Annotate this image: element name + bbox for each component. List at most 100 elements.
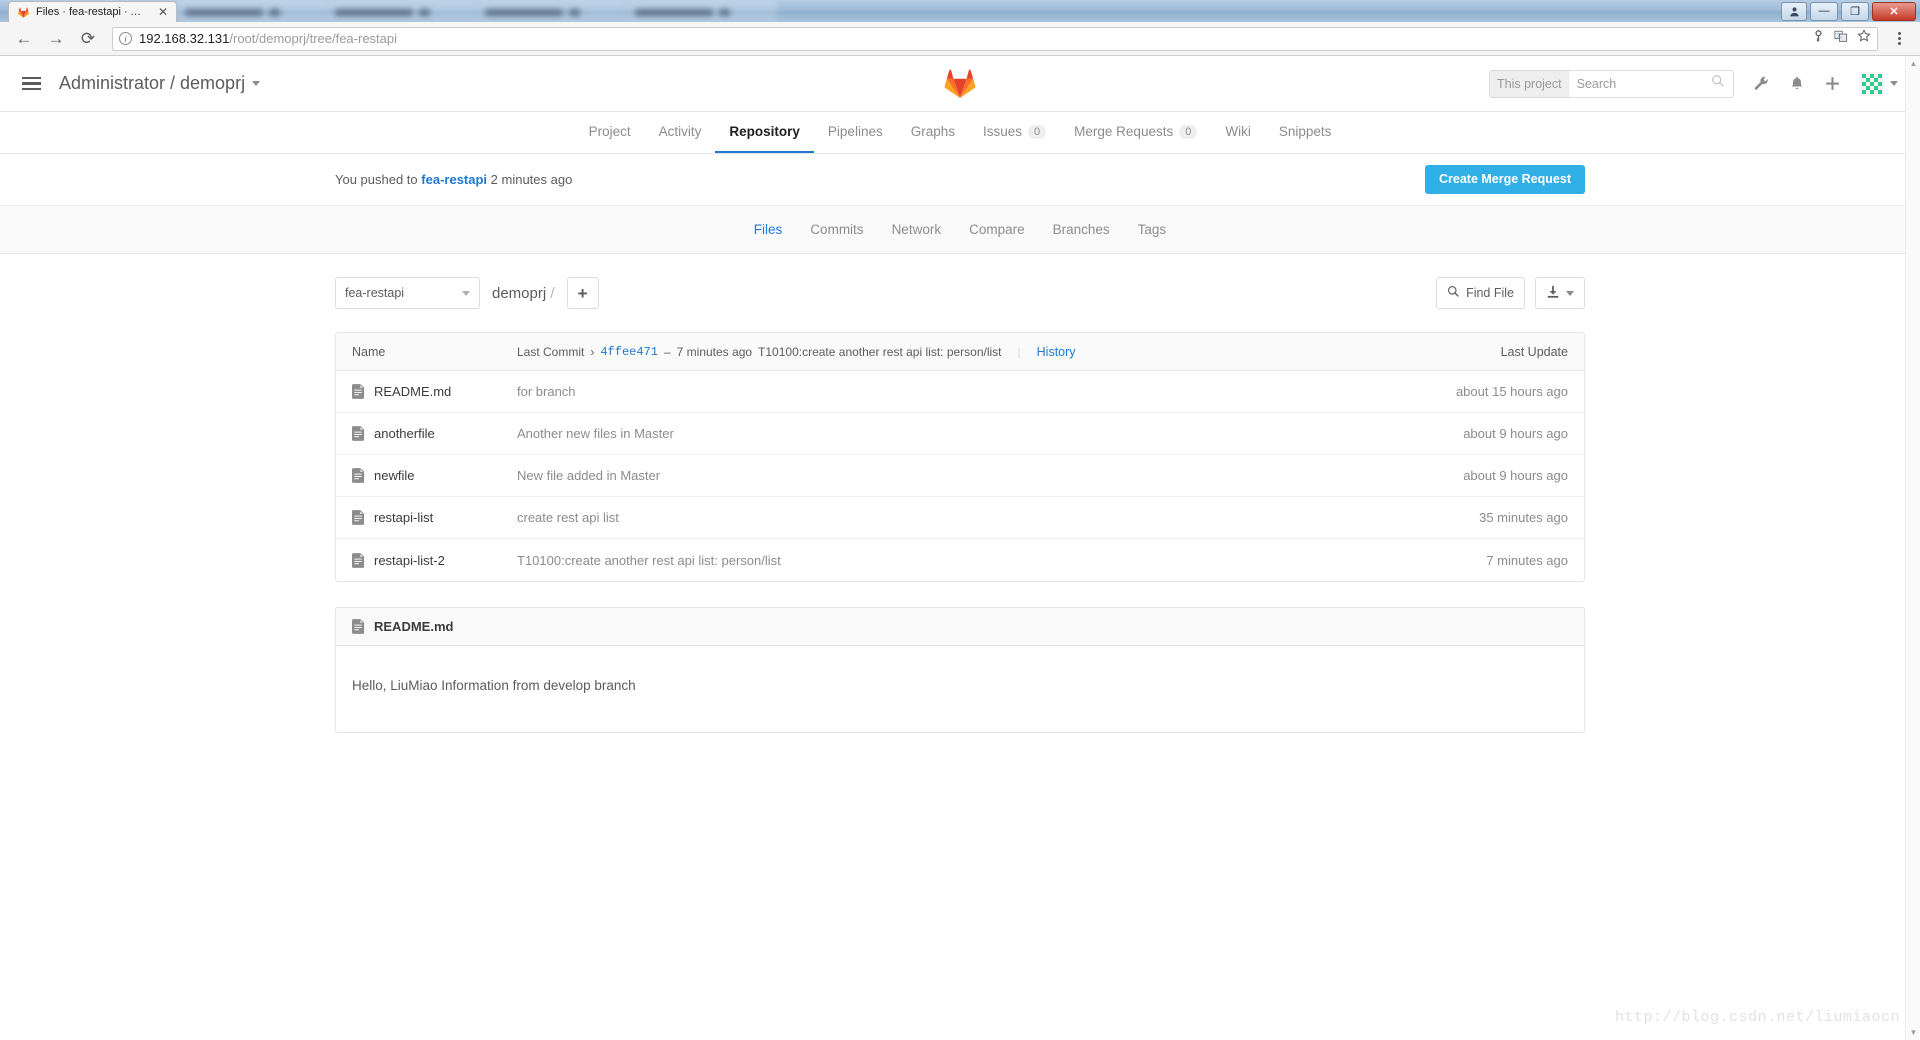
tab-label: Merge Requests	[1074, 124, 1174, 139]
file-last-update: about 9 hours ago	[1463, 426, 1568, 441]
restore-button[interactable]: ❐	[1841, 1, 1869, 21]
history-link[interactable]: History	[1037, 345, 1076, 359]
file-last-update: about 9 hours ago	[1463, 468, 1568, 483]
push-branch-link[interactable]: fea-restapi	[421, 172, 487, 187]
create-merge-request-button[interactable]: Create Merge Request	[1425, 165, 1585, 194]
address-bar[interactable]: i 192.168.32.131/root/demoprj/tree/fea-r…	[112, 26, 1878, 51]
search-icon	[1711, 74, 1725, 93]
browser-tab-other[interactable]	[327, 1, 478, 22]
browser-tab-other[interactable]	[477, 1, 628, 22]
table-row[interactable]: restapi-list create rest api list 35 min…	[336, 497, 1584, 539]
column-header-last-update: Last Update	[1500, 344, 1568, 359]
table-row[interactable]: newfile New file added in Master about 9…	[336, 455, 1584, 497]
tab-pipelines[interactable]: Pipelines	[814, 112, 897, 153]
tab-merge-requests[interactable]: Merge Requests 0	[1060, 112, 1211, 153]
branch-selector[interactable]: fea-restapi	[335, 277, 480, 309]
page-title: Administrator / demoprj	[59, 73, 246, 93]
merge-requests-count-badge: 0	[1179, 124, 1198, 139]
project-switcher[interactable]: Administrator / demoprj	[59, 73, 261, 94]
back-icon[interactable]: ←	[10, 25, 38, 53]
file-icon	[352, 510, 365, 525]
push-time: 2 minutes ago	[490, 172, 573, 187]
hamburger-icon[interactable]	[22, 76, 41, 91]
file-icon	[352, 426, 365, 441]
gitlab-logo[interactable]	[942, 65, 978, 101]
download-button[interactable]	[1535, 277, 1585, 309]
browser-tab-other[interactable]	[177, 1, 328, 22]
scroll-down-arrow[interactable]: ▼	[1906, 1025, 1920, 1040]
subnav-item-tags[interactable]: Tags	[1124, 222, 1181, 237]
file-name: newfile	[374, 468, 415, 483]
tab-wiki[interactable]: Wiki	[1211, 112, 1265, 153]
table-row[interactable]: anotherfile Another new files in Master …	[336, 413, 1584, 455]
info-icon[interactable]: i	[119, 32, 132, 45]
column-header-name: Name	[352, 344, 386, 359]
bell-icon[interactable]	[1789, 75, 1805, 92]
file-name-cell[interactable]: newfile	[352, 468, 517, 483]
file-last-update: 7 minutes ago	[1486, 552, 1568, 568]
table-row[interactable]: restapi-list-2 T10100:create another res…	[336, 539, 1584, 581]
browser-tab-active[interactable]: Files · fea-restapi · Adm ✕	[8, 1, 178, 22]
divider: |	[1017, 344, 1021, 359]
file-name-cell[interactable]: anotherfile	[352, 426, 517, 441]
browser-tab-other[interactable]	[627, 1, 778, 22]
browser-tabstrip: Files · fea-restapi · Adm ✕	[0, 0, 1781, 22]
file-name-cell[interactable]: restapi-list	[352, 510, 517, 525]
browser-menu-icon[interactable]	[1888, 32, 1910, 45]
tab-repository[interactable]: Repository	[715, 112, 814, 153]
tab-activity[interactable]: Activity	[645, 112, 716, 153]
subnav-item-compare[interactable]: Compare	[955, 222, 1039, 237]
subnav-item-commits[interactable]: Commits	[796, 222, 877, 237]
minimize-button[interactable]: —	[1810, 1, 1838, 21]
add-file-button[interactable]: +	[566, 277, 599, 309]
file-icon	[352, 552, 365, 568]
reload-icon[interactable]: ⟳	[74, 25, 102, 53]
subnav-item-files[interactable]: Files	[740, 222, 797, 237]
subnav-item-branches[interactable]: Branches	[1039, 222, 1124, 237]
scroll-up-arrow[interactable]: ▲	[1906, 56, 1920, 71]
bookmark-star-icon[interactable]	[1857, 29, 1871, 48]
search-placeholder: Search	[1576, 76, 1617, 91]
close-button[interactable]: ✕	[1872, 1, 1916, 21]
file-name: restapi-list-2	[374, 552, 445, 568]
person-icon[interactable]	[1781, 1, 1807, 21]
commit-sha-link[interactable]: 4ffee471	[600, 345, 658, 359]
repository-toolbar: fea-restapi demoprj / + Find File	[335, 276, 1585, 310]
user-menu[interactable]	[1860, 71, 1898, 96]
header-actions: This project Search	[1489, 69, 1898, 98]
chevron-right-icon: ›	[590, 344, 595, 359]
tab-label: Activity	[658, 124, 702, 139]
file-name-cell[interactable]: restapi-list-2	[352, 553, 517, 568]
close-icon[interactable]: ✕	[154, 5, 168, 19]
breadcrumb-project[interactable]: demoprj	[492, 285, 546, 302]
address-bar-path: /root/demoprj/tree/fea-restapi	[229, 31, 398, 46]
tab-snippets[interactable]: Snippets	[1265, 112, 1346, 153]
plus-icon[interactable]	[1824, 75, 1841, 92]
tab-issues[interactable]: Issues 0	[969, 112, 1060, 153]
chevron-down-icon	[1890, 81, 1898, 86]
tab-label: Snippets	[1278, 124, 1332, 139]
push-prefix: You pushed to	[335, 172, 418, 187]
page-scrollbar[interactable]: ▲ ▼	[1905, 56, 1920, 1040]
key-icon[interactable]	[1812, 29, 1825, 48]
chevron-down-icon	[252, 81, 261, 86]
find-file-button[interactable]: Find File	[1436, 277, 1525, 309]
translate-icon[interactable]: 文	[1834, 30, 1848, 48]
tab-graphs[interactable]: Graphs	[897, 112, 969, 153]
forward-icon[interactable]: →	[42, 25, 70, 53]
tab-label: Pipelines	[827, 124, 883, 139]
download-icon	[1546, 285, 1560, 302]
tab-label: Wiki	[1225, 124, 1251, 139]
browser-toolbar: ← → ⟳ i 192.168.32.131/root/demoprj/tree…	[0, 22, 1920, 56]
readme-body: Hello, LiuMiao Information from develop …	[352, 678, 636, 693]
tab-project[interactable]: Project	[575, 112, 645, 153]
tab-label: Graphs	[910, 124, 955, 139]
chevron-down-icon	[462, 290, 470, 296]
file-name-cell[interactable]: README.md	[352, 384, 517, 399]
subnav-item-network[interactable]: Network	[878, 222, 956, 237]
last-commit-info: Last Commit › 4ffee471 – 7 minutes ago T…	[517, 345, 1501, 359]
table-row[interactable]: README.md for branch about 15 hours ago	[336, 371, 1584, 413]
search-input[interactable]: This project Search	[1489, 69, 1734, 98]
svg-text:文: 文	[1836, 31, 1842, 39]
wrench-icon[interactable]	[1753, 75, 1770, 92]
